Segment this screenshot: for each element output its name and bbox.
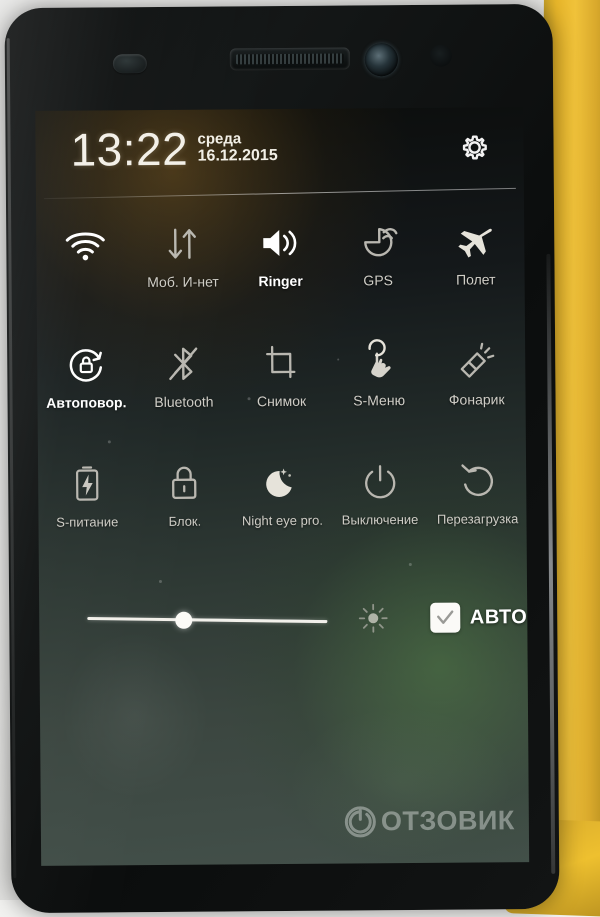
gps-icon [358,216,398,268]
mobile-data-icon [162,218,202,270]
toggle-label: Night eye pro. [242,513,323,529]
toggle-airplane[interactable]: Полет [428,215,524,288]
auto-rotate-icon [65,338,107,390]
toggle-wifi[interactable] [37,218,132,275]
front-camera [365,43,398,76]
toggle-bluetooth[interactable]: Bluetooth [136,337,232,410]
toggle-night-eye[interactable]: Night eye pro. [234,457,330,529]
toggle-label: GPS [363,272,393,288]
power-off-icon [359,456,401,508]
screen-dust [159,580,162,583]
toggle-power-saver[interactable]: S-питание [39,458,135,530]
proximity-sensor [430,45,452,67]
photo-scene: 13:22 среда 16.12.2015 [0,0,600,900]
auto-brightness-control[interactable]: АВТО [430,602,528,633]
toggle-mobile-data[interactable]: Моб. И-нет [135,217,231,290]
toggle-label: Моб. И-нет [147,273,219,290]
slider-thumb[interactable] [175,612,192,629]
toggle-label: Автоповор. [46,394,126,411]
brightness-row: АВТО [39,587,527,651]
brightness-slider[interactable] [87,609,306,631]
quick-settings-grid: Моб. И-нет Ringer [36,215,527,579]
s-menu-hand-icon [358,336,400,388]
earpiece-grille [236,54,344,65]
screenshot-icon [261,337,301,389]
checkmark-icon [434,607,456,629]
toggle-label: Снимок [257,393,306,409]
phone-screen: 13:22 среда 16.12.2015 [35,107,529,866]
toggle-s-menu[interactable]: S-Меню [331,336,427,409]
quick-settings-row: Автоповор. Bluetooth [37,335,526,449]
quick-settings-row: Моб. И-нет Ringer [36,215,525,329]
notification-led [113,54,147,73]
auto-brightness-checkbox[interactable] [430,603,460,633]
ringer-icon [259,217,301,269]
toggle-restart[interactable]: Перезагрузка [430,455,526,527]
smartphone-device: 13:22 среда 16.12.2015 [4,4,559,913]
status-divider [44,188,516,199]
toggle-gps[interactable]: GPS [330,216,426,289]
date-text: 16.12.2015 [198,147,278,166]
toggle-label: Блок. [168,514,201,529]
flashlight-icon [455,335,497,387]
toggle-screenshot[interactable]: Снимок [234,337,330,410]
toggle-auto-rotate[interactable]: Автоповор. [38,338,134,411]
bezel-highlight-right [546,254,555,874]
toggle-lock[interactable]: Блок. [137,457,233,529]
toggle-label: Ringer [258,273,302,289]
screen-smudge [59,630,210,801]
day-of-week: среда [197,131,277,147]
restart-icon [456,455,498,507]
toggle-ringer[interactable]: Ringer [233,217,329,290]
watermark: ОТЗОВИК [345,805,515,837]
clock-time: 13:22 [70,126,188,173]
toggle-label: Фонарик [449,391,505,407]
toggle-label: S-питание [56,514,118,529]
gear-icon[interactable] [455,129,493,167]
lock-icon [166,458,202,510]
night-mode-moon-icon [261,457,303,509]
toggle-label: Полет [456,271,496,287]
earpiece-speaker [230,47,350,70]
battery-saver-icon [70,458,104,510]
otzovik-logo-icon [345,806,376,837]
quick-settings-row: S-питание Блок. [38,455,527,569]
airplane-icon [455,215,495,267]
watermark-text: ОТЗОВИК [381,805,515,837]
status-bar: 13:22 среда 16.12.2015 [35,107,524,189]
sun-icon[interactable] [358,603,388,633]
toggle-flashlight[interactable]: Фонарик [429,335,525,408]
date-block: среда 16.12.2015 [197,131,277,166]
auto-brightness-label: АВТО [470,606,528,629]
toggle-label: Выключение [342,512,419,528]
toggle-label: Bluetooth [154,394,213,410]
toggle-label: Перезагрузка [437,511,519,527]
toggle-label: S-Меню [353,392,405,408]
toggle-power-off[interactable]: Выключение [332,456,428,528]
bluetooth-off-icon [165,338,201,390]
wifi-icon [63,218,107,270]
